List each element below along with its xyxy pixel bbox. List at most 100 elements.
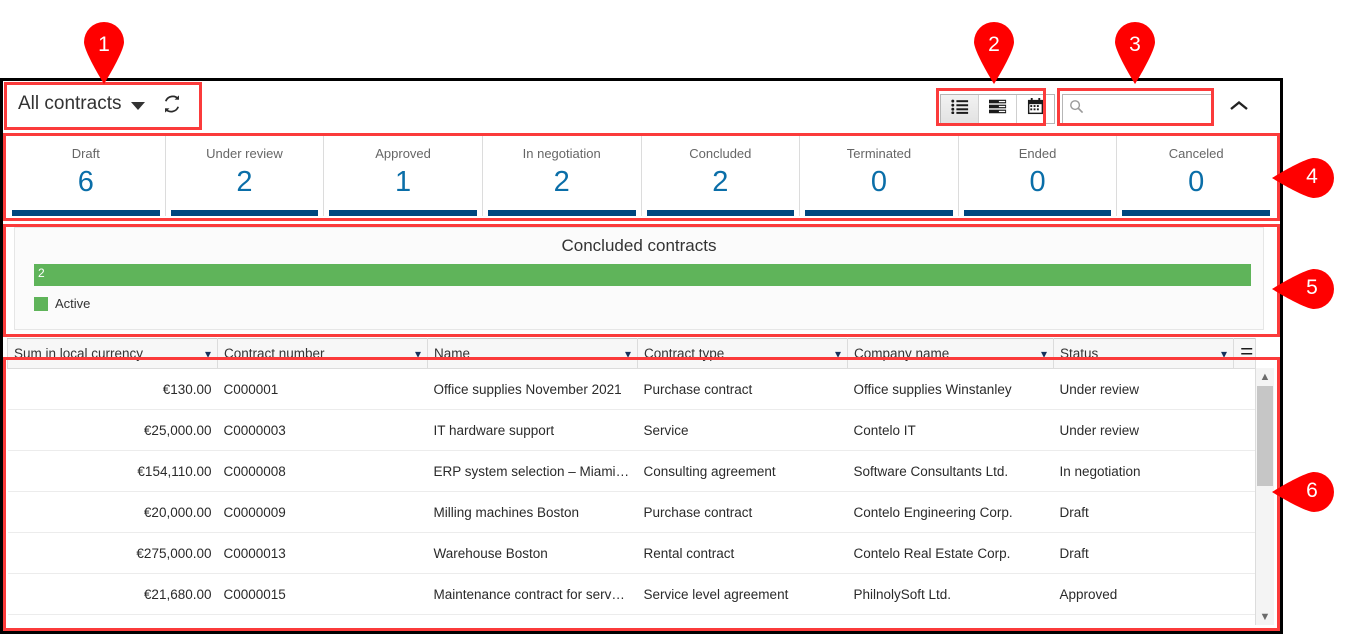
scroll-down-arrow-icon[interactable]: ▼ <box>1256 608 1274 625</box>
kpi-value: 0 <box>1029 166 1046 198</box>
chevron-down-icon[interactable]: ▾ <box>625 348 631 360</box>
cell-spacer <box>1233 491 1256 533</box>
cell-company-name: Contelo Engineering Corp. <box>847 491 1054 533</box>
column-header-company-name[interactable]: Company name ▾ <box>847 338 1054 369</box>
view-mode-switcher <box>940 94 1055 124</box>
cell-contract-number: C0000015 <box>217 573 428 615</box>
cell-name: Milling machines Boston <box>427 491 638 533</box>
kpi-tile-canceled[interactable]: Canceled 0 <box>1117 136 1275 216</box>
cell-status: In negotiation <box>1053 450 1234 492</box>
callout-pin-2-number: 2 <box>988 33 1000 56</box>
cell-contract-type: Service level agreement <box>637 573 848 615</box>
list-view-icon <box>950 99 969 119</box>
column-header-status[interactable]: Status ▾ <box>1053 338 1234 369</box>
column-header-contract-type[interactable]: Contract type ▾ <box>637 338 848 369</box>
kpi-tile-terminated[interactable]: Terminated 0 <box>800 136 959 216</box>
cell-spacer <box>1233 368 1256 410</box>
callout-pin-6-number: 6 <box>1306 479 1318 502</box>
column-header-contract-number[interactable]: Contract number ▾ <box>217 338 428 369</box>
kpi-label: Under review <box>206 146 283 161</box>
kpi-label: Canceled <box>1168 146 1224 161</box>
table-vertical-scrollbar[interactable]: ▲ ▼ <box>1255 368 1274 625</box>
contracts-table-container: Sum in local currency ▾ Contract number ▾ Na… <box>7 338 1275 630</box>
refresh-icon[interactable] <box>161 93 183 115</box>
contract-view-selector[interactable]: All contracts <box>18 93 183 115</box>
callout-pin-5-number: 5 <box>1306 276 1318 299</box>
table-row[interactable]: €130.00 C000001 Office supplies November 2… <box>7 368 1256 410</box>
legend-label-active: Active <box>55 296 91 311</box>
chevron-down-icon[interactable]: ▾ <box>205 348 211 360</box>
cell-name: Maintenance contract for server land… <box>427 573 638 615</box>
cell-sum: €21,680.00 <box>7 573 218 615</box>
kpi-tile-under-review[interactable]: Under review 2 <box>165 136 325 216</box>
kpi-accent-bar <box>12 210 160 216</box>
kpi-tile-ended[interactable]: Ended 0 <box>958 136 1118 216</box>
cell-company-name: PhilnolySoft Ltd. <box>847 573 1054 615</box>
kpi-tile-concluded[interactable]: Concluded 2 <box>641 136 801 216</box>
column-header-sum-in-local-currency[interactable]: Sum in local currency ▾ <box>7 338 218 369</box>
cell-spacer <box>1233 409 1256 451</box>
calendar-view-button[interactable] <box>1017 95 1054 123</box>
contracts-app-window: All contracts Draft 6 Under review 2 App… <box>0 78 1283 634</box>
kpi-value: 1 <box>394 166 412 198</box>
cell-contract-number: C000001 <box>217 368 428 410</box>
kpi-tile-in-negotiation[interactable]: In negotiation 2 <box>482 136 642 216</box>
cell-contract-number: C0000013 <box>217 532 428 574</box>
legend-swatch-active <box>34 296 48 311</box>
scroll-up-arrow-icon[interactable]: ▲ <box>1256 368 1274 385</box>
column-header-name[interactable]: Name ▾ <box>427 338 638 369</box>
search-icon <box>1069 99 1084 119</box>
callout-pin-1: 1 <box>80 22 128 84</box>
kpi-accent-bar <box>329 210 477 216</box>
chevron-down-icon[interactable]: ▾ <box>835 348 841 360</box>
cell-sum: €20,000.00 <box>7 491 218 533</box>
kpi-tile-approved[interactable]: Approved 1 <box>324 136 483 216</box>
table-row[interactable]: €21,680.00 C0000015 Maintenance contract f… <box>7 573 1256 615</box>
search-input[interactable] <box>1088 100 1210 118</box>
kpi-accent-bar <box>1122 210 1270 216</box>
kpi-label: Draft <box>71 146 100 161</box>
kpi-value: 0 <box>1188 166 1205 198</box>
callout-pin-4-number: 4 <box>1306 165 1318 188</box>
cell-spacer <box>1233 450 1256 492</box>
table-row[interactable]: €275,000.00 C0000013 Warehouse Boston Renta… <box>7 532 1256 574</box>
detail-view-icon <box>988 99 1007 119</box>
chart-bar-active[interactable]: 2 <box>34 264 1251 286</box>
kpi-accent-bar <box>963 210 1112 216</box>
chart-bar-value-label: 2 <box>38 266 45 280</box>
kpi-accent-bar <box>170 210 319 216</box>
chart-plot-area: 2 <box>34 264 1251 286</box>
column-header-label: Name <box>434 346 471 361</box>
cell-company-name: Contelo IT <box>847 409 1054 451</box>
column-header-label: Status <box>1060 346 1099 361</box>
chevron-down-icon[interactable]: ▾ <box>415 348 421 360</box>
calendar-view-icon <box>1027 98 1044 120</box>
kpi-tile-draft[interactable]: Draft 6 <box>7 136 166 216</box>
cell-name: ERP system selection – Miami branch <box>427 450 638 492</box>
list-view-button[interactable] <box>941 95 979 123</box>
cell-company-name: Office supplies Winstanley <box>847 368 1054 410</box>
detail-view-button[interactable] <box>979 95 1017 123</box>
cell-spacer <box>1233 532 1256 574</box>
cell-status: Approved <box>1053 573 1234 615</box>
cell-name: Warehouse Boston <box>427 532 638 574</box>
table-row[interactable]: €20,000.00 C0000009 Milling machines Bosto… <box>7 491 1256 533</box>
collapse-header-button[interactable] <box>1228 99 1250 119</box>
chevron-down-icon[interactable]: ▾ <box>1041 348 1047 360</box>
screenshot-root: 1 2 3 4 5 6 All contracts Draft 6 Under … <box>0 0 1354 634</box>
table-row[interactable]: €25,000.00 C0000003 IT hardware support Ser… <box>7 409 1256 451</box>
table-row[interactable]: €154,110.00 C0000008 ERP system selection … <box>7 450 1256 492</box>
cell-company-name: Software Consultants Ltd. <box>847 450 1054 492</box>
chevron-down-icon[interactable]: ▾ <box>1221 348 1227 360</box>
chart-title: Concluded contracts <box>561 236 717 255</box>
contracts-table: Sum in local currency ▾ Contract number ▾ Na… <box>7 338 1256 615</box>
search-field-container[interactable] <box>1062 94 1212 124</box>
cell-status: Under review <box>1053 409 1234 451</box>
kpi-accent-bar <box>805 210 953 216</box>
chevron-down-icon <box>131 101 146 110</box>
scrollbar-thumb[interactable] <box>1257 386 1273 486</box>
cell-spacer <box>1233 573 1256 615</box>
column-header-label: Contract number <box>224 346 325 361</box>
cell-contract-number: C0000009 <box>217 491 428 533</box>
table-settings-button[interactable]: ☰ <box>1233 338 1256 369</box>
